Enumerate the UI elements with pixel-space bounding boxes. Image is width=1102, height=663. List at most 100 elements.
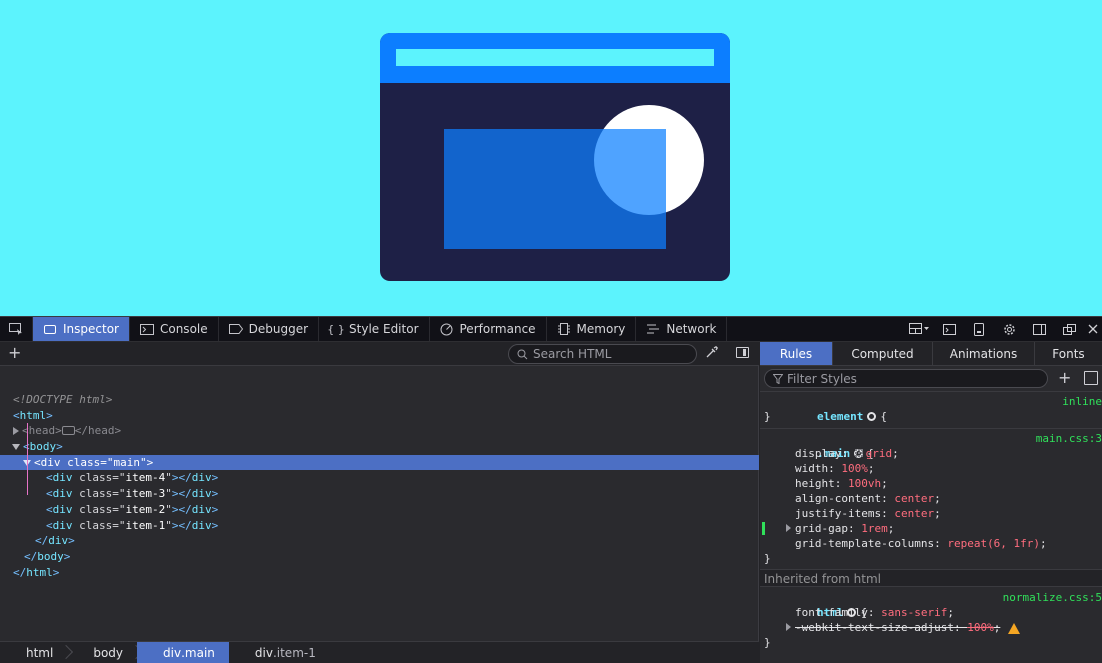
tab-label: Performance bbox=[459, 322, 536, 336]
tab-rules[interactable]: Rules bbox=[760, 342, 833, 365]
declaration[interactable]: display: grid; bbox=[760, 446, 1102, 461]
tab-memory[interactable]: Memory bbox=[547, 317, 637, 341]
filter-icon bbox=[773, 373, 783, 384]
node-html-close[interactable]: </html> bbox=[0, 565, 759, 581]
tab-debugger[interactable]: Debugger bbox=[219, 317, 320, 341]
add-node-button[interactable]: + bbox=[8, 344, 21, 362]
inspector-icon bbox=[43, 323, 57, 335]
node-div-item[interactable]: <div class="item-4"></div> bbox=[0, 470, 759, 486]
console-icon bbox=[139, 323, 154, 335]
close-devtools-button[interactable] bbox=[1084, 317, 1102, 342]
tab-performance[interactable]: Performance bbox=[430, 317, 547, 341]
filter-bar: + bbox=[760, 366, 1102, 392]
eyedropper-icon bbox=[706, 345, 719, 358]
element-picker-button[interactable] bbox=[0, 317, 33, 341]
breadcrumb-div-main[interactable]: div .main bbox=[137, 641, 229, 663]
expand-triangle-icon[interactable] bbox=[786, 524, 791, 532]
devtools-toolbar: Inspector Console Debugger { } Style Edi… bbox=[0, 316, 1102, 342]
node-html[interactable]: <html> bbox=[0, 408, 759, 424]
memory-icon bbox=[557, 323, 571, 335]
eyedropper-button[interactable] bbox=[706, 345, 719, 361]
node-div-main[interactable]: <div class="main"> bbox=[0, 454, 759, 471]
search-html-box[interactable] bbox=[508, 344, 697, 364]
style-editor-icon: { } bbox=[327, 322, 345, 336]
tab-label: Memory bbox=[576, 322, 626, 336]
markup-toolbar: + bbox=[0, 342, 759, 366]
node-div-item[interactable]: <div class="item-2"></div> bbox=[0, 502, 759, 518]
settings-button[interactable] bbox=[994, 317, 1024, 342]
breadcrumb-body[interactable]: body bbox=[67, 642, 144, 663]
search-html-input[interactable] bbox=[533, 347, 683, 361]
ellipsis-icon[interactable] bbox=[61, 425, 75, 435]
node-body[interactable]: <body> bbox=[0, 439, 759, 455]
declaration[interactable]: grid-template-columns: repeat(6, 1fr); bbox=[760, 536, 1102, 551]
rule-close-brace: } bbox=[764, 552, 771, 565]
rule-close-brace: } bbox=[764, 636, 771, 649]
declaration[interactable]: width: 100%; bbox=[760, 461, 1102, 476]
network-icon bbox=[646, 323, 660, 335]
add-rule-button[interactable]: + bbox=[1058, 369, 1071, 387]
node-div-item[interactable]: <div class="item-3"></div> bbox=[0, 486, 759, 502]
undock-button[interactable] bbox=[1054, 317, 1084, 342]
layout-icon bbox=[909, 323, 929, 334]
tab-network[interactable]: Network bbox=[636, 317, 728, 341]
devtools-panel: Inspector Console Debugger { } Style Edi… bbox=[0, 316, 1102, 663]
tab-fonts[interactable]: Fonts bbox=[1035, 342, 1102, 365]
tab-label: Debugger bbox=[248, 322, 309, 336]
tab-inspector[interactable]: Inspector bbox=[33, 317, 130, 341]
filter-styles-input[interactable] bbox=[787, 371, 1027, 386]
inherited-header: Inherited from html bbox=[760, 569, 1102, 587]
declaration[interactable]: height: 100vh; bbox=[760, 476, 1102, 491]
breadcrumb: html body div .main div .item-1 bbox=[0, 641, 759, 663]
expand-triangle-icon[interactable] bbox=[786, 623, 791, 631]
expand-triangle-icon[interactable] bbox=[13, 427, 19, 436]
illustration-overlap bbox=[444, 129, 666, 249]
tab-computed[interactable]: Computed bbox=[833, 342, 933, 365]
tab-animations[interactable]: Animations bbox=[933, 342, 1035, 365]
dock-side-button[interactable] bbox=[1024, 317, 1054, 342]
declaration-overridden[interactable]: -webkit-text-size-adjust: 100%; bbox=[760, 620, 1102, 635]
tab-label: Inspector bbox=[63, 322, 119, 336]
rules-list: element{ inline } .main{ main.css:3 disp… bbox=[760, 392, 1102, 650]
warning-icon bbox=[1008, 622, 1021, 634]
node-div-close[interactable]: </div> bbox=[0, 533, 759, 549]
responsive-mode-button[interactable] bbox=[964, 317, 994, 342]
gear-icon bbox=[1003, 323, 1015, 335]
illustration-overlap-circle bbox=[594, 129, 666, 215]
declaration[interactable]: font-family: sans-serif; bbox=[760, 605, 1102, 620]
node-body-close[interactable]: </body> bbox=[0, 549, 759, 565]
responsive-design-icon bbox=[974, 322, 984, 336]
pseudo-class-toggle-button[interactable] bbox=[1084, 371, 1098, 385]
node-div-item[interactable]: <div class="item-1"></div> bbox=[0, 518, 759, 534]
performance-icon bbox=[440, 323, 454, 335]
declaration[interactable]: justify-items: center; bbox=[760, 506, 1102, 521]
tab-style-editor[interactable]: { } Style Editor bbox=[319, 317, 430, 341]
breadcrumb-div-item[interactable]: div .item-1 bbox=[229, 642, 330, 663]
layout-dropdown-button[interactable] bbox=[904, 317, 934, 342]
rule-source-link[interactable]: inline bbox=[1062, 394, 1102, 409]
tab-console[interactable]: Console bbox=[130, 317, 219, 341]
split-console-button[interactable] bbox=[934, 317, 964, 342]
split-console-icon bbox=[942, 323, 956, 335]
rule-close-brace: } bbox=[764, 410, 771, 423]
illustration-title-bar bbox=[380, 33, 730, 83]
rule-source-link[interactable]: normalize.css:5 bbox=[1003, 590, 1102, 605]
tab-label: Console bbox=[159, 322, 208, 336]
rule-html-header: html{ normalize.css:5 bbox=[816, 590, 1102, 619]
breadcrumb-html[interactable]: html bbox=[0, 642, 74, 663]
filter-styles-box[interactable] bbox=[764, 369, 1048, 388]
node-doctype[interactable]: <!DOCTYPE html> bbox=[0, 392, 759, 408]
tab-label: Network bbox=[666, 322, 717, 336]
collapse-triangle-icon[interactable] bbox=[12, 444, 20, 451]
debugger-icon bbox=[228, 323, 243, 335]
markup-panel: + <!DOCTYPE html> <html> <head></head> <… bbox=[0, 342, 759, 663]
toolbar-tools bbox=[904, 317, 1102, 341]
changed-indicator bbox=[762, 522, 765, 535]
declaration[interactable]: align-content: center; bbox=[760, 491, 1102, 506]
declaration[interactable]: grid-gap: 1rem; bbox=[760, 521, 1102, 536]
toggle-sidebar-button[interactable] bbox=[736, 347, 749, 358]
grid-highlighter-icon[interactable] bbox=[854, 449, 863, 457]
element-picker-icon bbox=[9, 323, 23, 335]
node-head[interactable]: <head> </head> bbox=[0, 423, 759, 439]
rule-source-link[interactable]: main.css:3 bbox=[1036, 431, 1102, 446]
